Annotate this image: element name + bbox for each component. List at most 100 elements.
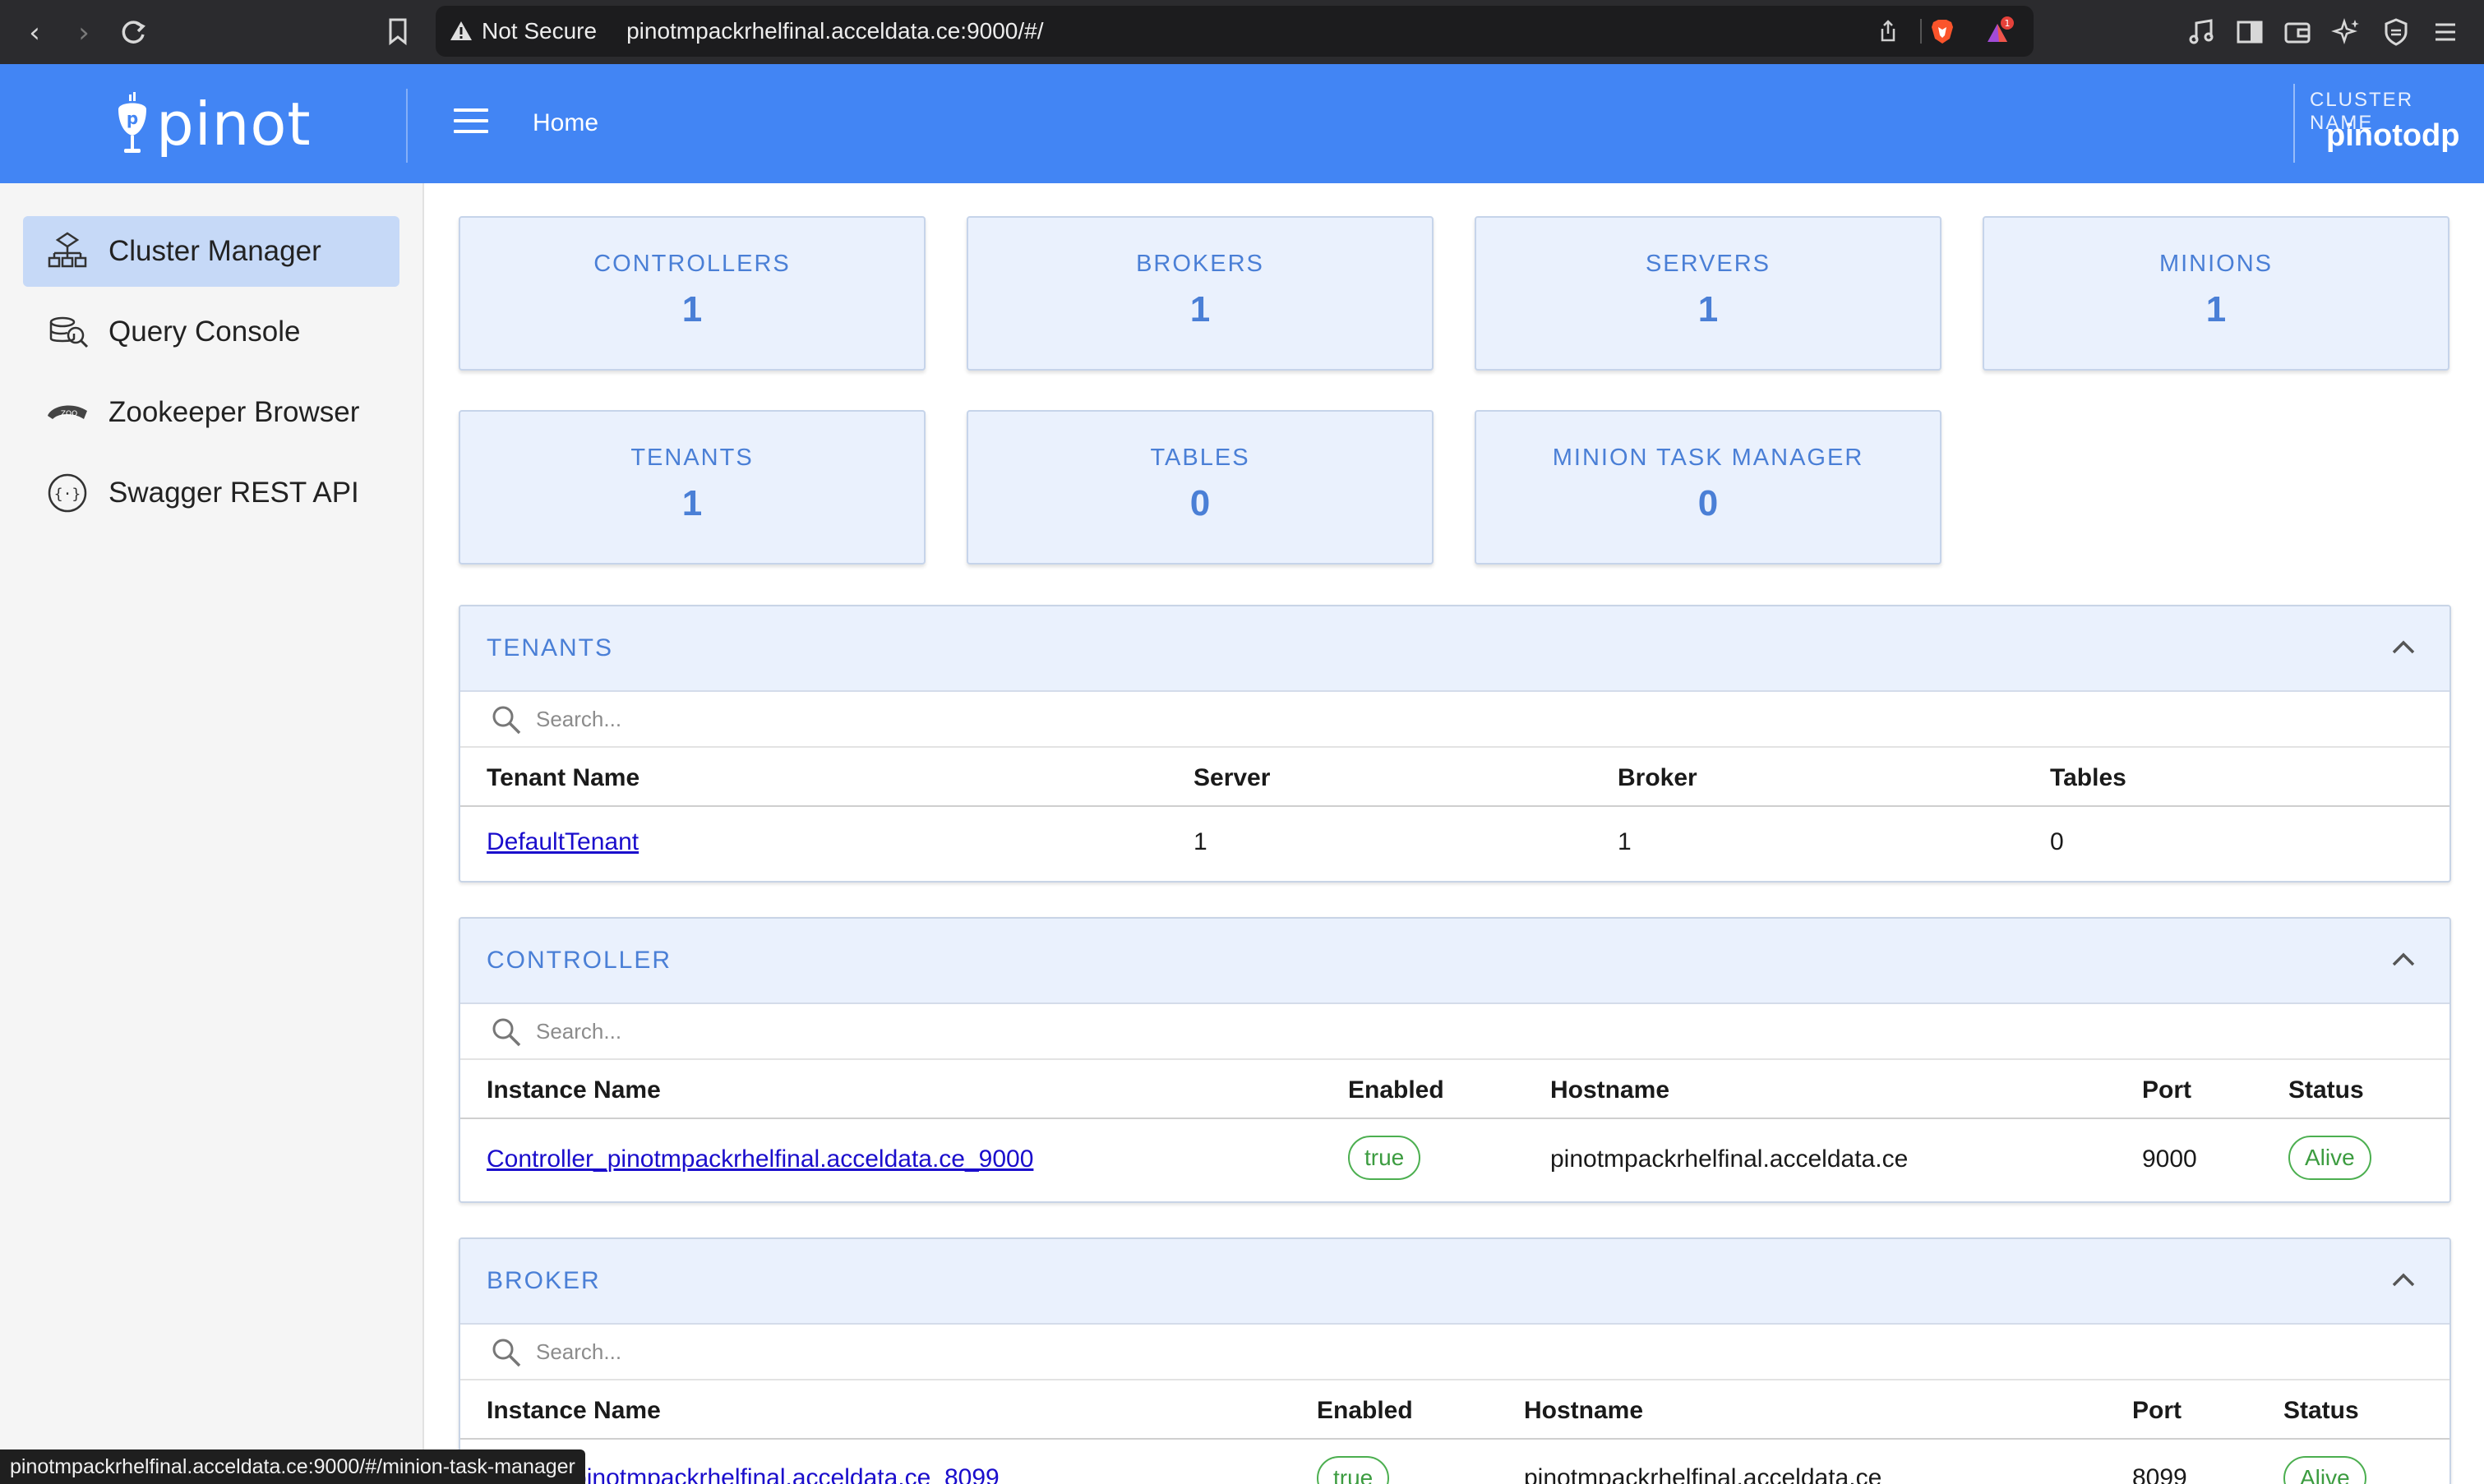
- controller-instance-link[interactable]: Controller_pinotmpackrhelfinal.acceldata…: [487, 1145, 1033, 1173]
- broker-hostname: pinotmpackrhelfinal.acceldata.ce: [1524, 1464, 1882, 1484]
- sidebar-item-label: Swagger REST API: [109, 477, 359, 509]
- sidebar-item-swagger-rest-api[interactable]: {·} Swagger REST API: [23, 458, 399, 528]
- table-header: Instance Name Enabled Hostname Port Stat…: [460, 1380, 2449, 1440]
- cluster-divider: [2293, 84, 2295, 163]
- card-controllers[interactable]: CONTROLLERS 1: [459, 216, 926, 371]
- table-header: Tenant Name Server Broker Tables: [460, 748, 2449, 807]
- cluster-icon: [48, 232, 87, 268]
- card-title: CONTROLLERS: [593, 251, 791, 277]
- app-header: p pinot Home CLUSTER NAME pinotodp: [0, 64, 2484, 183]
- browser-toolbar: ‹ › Not Secure pinotmpackrhelfinal.accel…: [0, 0, 2484, 64]
- chevron-up-icon[interactable]: [2390, 638, 2417, 657]
- column-header[interactable]: Hostname: [1524, 1397, 1643, 1425]
- column-header[interactable]: Enabled: [1348, 1076, 1444, 1104]
- rewards-badge-count: 1: [2005, 18, 2011, 29]
- pinot-logo-icon: p: [118, 92, 146, 153]
- column-header[interactable]: Port: [2132, 1397, 2182, 1425]
- tenants-search: [460, 692, 2449, 748]
- column-header[interactable]: Instance Name: [487, 1397, 661, 1425]
- card-count: 0: [1189, 483, 1211, 523]
- card-servers[interactable]: SERVERS 1: [1475, 216, 1941, 371]
- search-icon: [492, 1339, 521, 1367]
- menu-icon[interactable]: [2430, 16, 2461, 48]
- search-input[interactable]: [536, 1012, 1276, 1050]
- card-tables[interactable]: TABLES 0: [967, 410, 1434, 565]
- card-minion-task-manager[interactable]: MINION TASK MANAGER 0: [1475, 410, 1941, 565]
- address-bar[interactable]: Not Secure pinotmpackrhelfinal.acceldata…: [436, 6, 2034, 57]
- security-label: Not Secure: [482, 18, 598, 44]
- enabled-chip: true: [1317, 1456, 1390, 1484]
- tenants-section-header[interactable]: TENANTS: [460, 606, 2449, 692]
- search-input[interactable]: [536, 1333, 1276, 1371]
- url-text[interactable]: pinotmpackrhelfinal.acceldata.ce:9000/#/: [626, 18, 1043, 44]
- table-row: Broker_pinotmpackrhelfinal.acceldata.ce_…: [460, 1440, 2449, 1484]
- column-header[interactable]: Broker: [1618, 764, 1697, 792]
- card-count: 1: [681, 483, 703, 523]
- card-title: TENANTS: [630, 445, 754, 471]
- svg-text:p: p: [127, 108, 138, 128]
- chevron-up-icon[interactable]: [2390, 1270, 2417, 1290]
- card-brokers[interactable]: BROKERS 1: [967, 216, 1434, 371]
- column-header[interactable]: Status: [2283, 1397, 2359, 1425]
- search-input[interactable]: [536, 700, 1276, 738]
- sidebar: Cluster Manager Query Console ZOO Zookee…: [0, 183, 424, 1484]
- card-title: MINION TASK MANAGER: [1552, 445, 1864, 471]
- wallet-icon[interactable]: [2282, 16, 2313, 48]
- zookeeper-icon: ZOO: [48, 405, 87, 419]
- broker-port: 8099: [2132, 1464, 2187, 1484]
- brave-rewards-icon[interactable]: 1: [1983, 16, 2015, 47]
- leo-ai-icon[interactable]: [2331, 16, 2362, 48]
- media-icon[interactable]: [2186, 16, 2218, 48]
- sidebar-item-cluster-manager[interactable]: Cluster Manager: [23, 216, 399, 287]
- brave-shields-icon[interactable]: [1928, 17, 1956, 45]
- column-header[interactable]: Tenant Name: [487, 764, 639, 792]
- table-row: Controller_pinotmpackrhelfinal.acceldata…: [460, 1119, 2449, 1201]
- tenant-name-link[interactable]: DefaultTenant: [487, 828, 639, 856]
- chevron-up-icon[interactable]: [2390, 950, 2417, 970]
- section-title: TENANTS: [487, 634, 614, 661]
- sidebar-item-zookeeper-browser[interactable]: ZOO Zookeeper Browser: [23, 377, 399, 448]
- reload-icon[interactable]: [117, 16, 150, 49]
- hamburger-menu-icon[interactable]: [454, 108, 488, 136]
- query-console-icon: [49, 316, 89, 348]
- status-bar-url: pinotmpackrhelfinal.acceldata.ce:9000/#/…: [0, 1449, 585, 1484]
- cluster-name-value: pinotodp: [2326, 118, 2460, 153]
- search-icon: [492, 706, 521, 735]
- svg-text:{·}: {·}: [54, 486, 81, 503]
- bookmark-icon[interactable]: [381, 15, 414, 48]
- column-header[interactable]: Instance Name: [487, 1076, 661, 1104]
- column-header[interactable]: Tables: [2050, 764, 2126, 792]
- card-minions[interactable]: MINIONS 1: [1983, 216, 2449, 371]
- sidebar-item-label: Query Console: [109, 316, 301, 348]
- tenant-table-count: 0: [2050, 828, 2064, 855]
- card-title: SERVERS: [1645, 251, 1771, 277]
- column-header[interactable]: Port: [2142, 1076, 2191, 1104]
- card-title: BROKERS: [1136, 251, 1264, 277]
- controller-hostname: pinotmpackrhelfinal.acceldata.ce: [1550, 1145, 1909, 1173]
- broker-search: [460, 1325, 2449, 1380]
- sidebar-toggle-icon[interactable]: [2234, 16, 2265, 48]
- back-button-icon[interactable]: ‹: [18, 16, 51, 49]
- sidebar-item-query-console[interactable]: Query Console: [23, 297, 399, 367]
- column-header[interactable]: Server: [1194, 764, 1270, 792]
- card-count: 1: [2205, 289, 2227, 330]
- breadcrumb-home[interactable]: Home: [533, 109, 598, 137]
- sidebar-item-label: Cluster Manager: [109, 235, 321, 267]
- card-count: 0: [1697, 483, 1719, 523]
- tenant-broker-count: 1: [1618, 828, 1632, 855]
- column-header[interactable]: Enabled: [1317, 1397, 1413, 1425]
- swagger-icon: {·}: [48, 473, 87, 513]
- svg-text:ZOO: ZOO: [61, 410, 77, 418]
- pinot-logo[interactable]: p pinot: [115, 87, 312, 161]
- card-tenants[interactable]: TENANTS 1: [459, 410, 926, 565]
- controller-section-header[interactable]: CONTROLLER: [460, 919, 2449, 1004]
- forward-button-icon[interactable]: ›: [67, 16, 100, 49]
- broker-section-header[interactable]: BROKER: [460, 1239, 2449, 1325]
- vpn-shield-icon[interactable]: [2380, 16, 2412, 48]
- column-header[interactable]: Status: [2288, 1076, 2364, 1104]
- column-header[interactable]: Hostname: [1550, 1076, 1669, 1104]
- share-icon[interactable]: [1876, 19, 1900, 44]
- controller-port: 9000: [2142, 1145, 2197, 1173]
- urlbar-separator: [1920, 19, 1922, 44]
- tenant-server-count: 1: [1194, 828, 1207, 855]
